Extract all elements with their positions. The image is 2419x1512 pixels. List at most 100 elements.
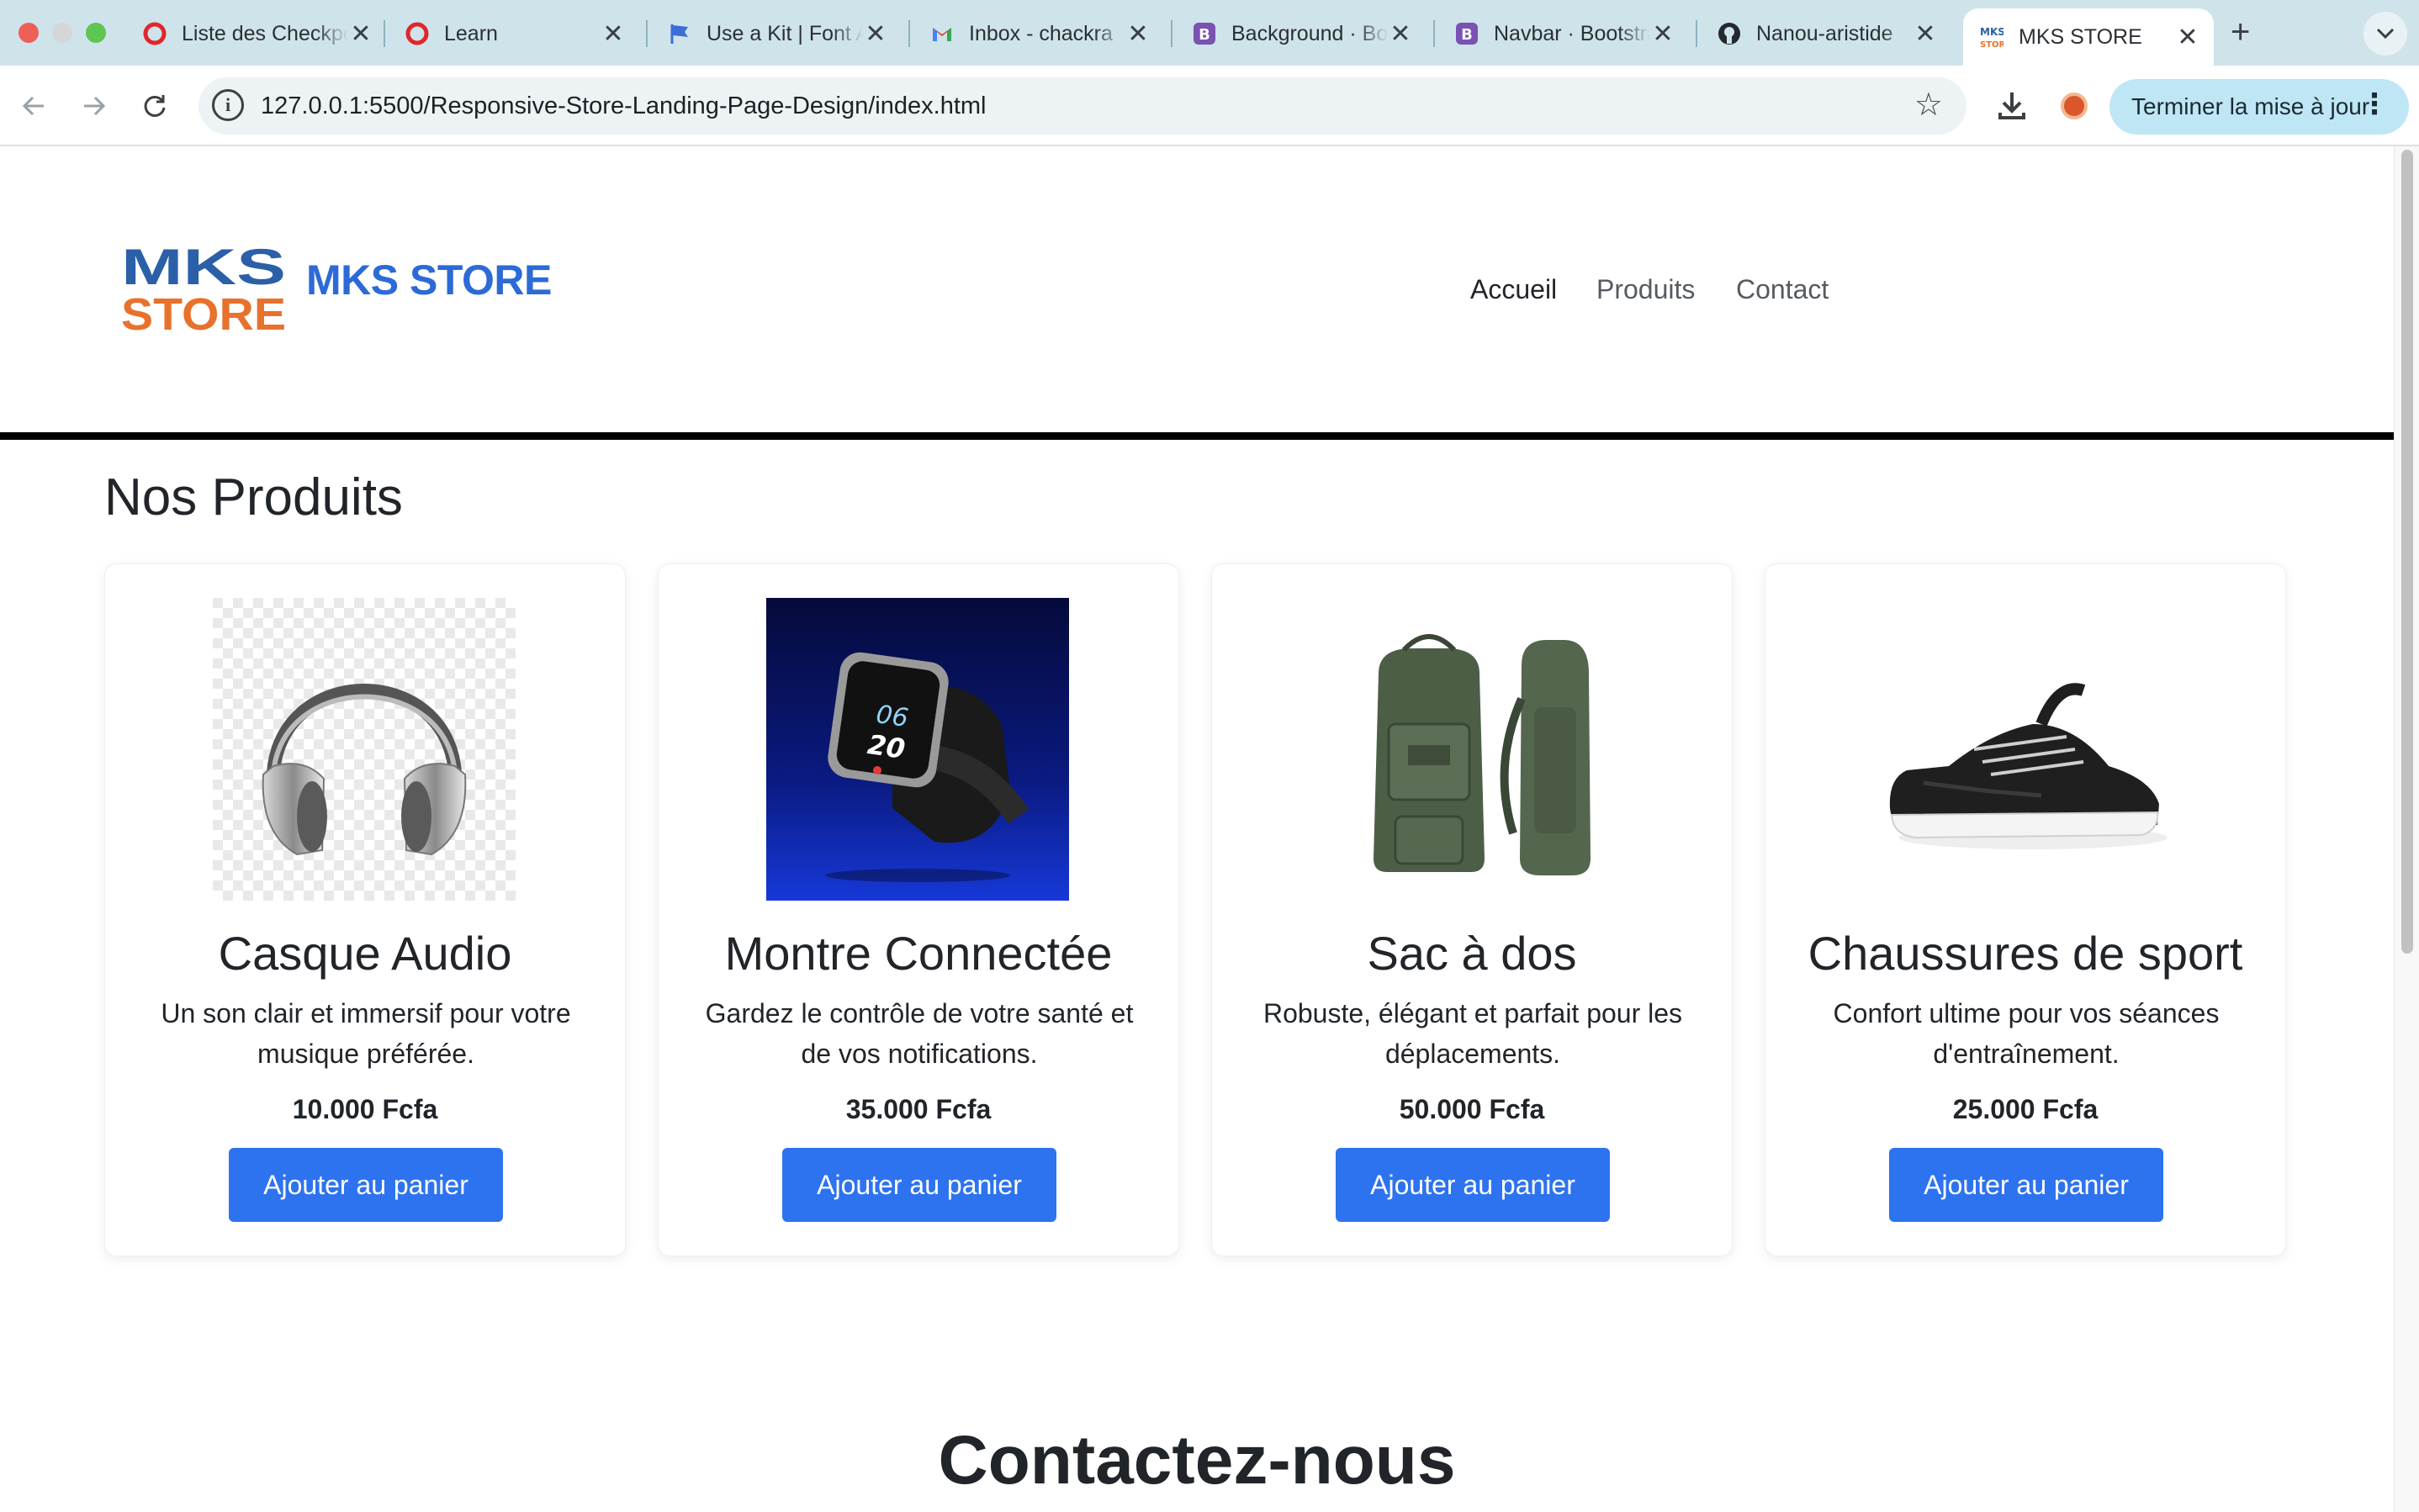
tab-search-button[interactable] <box>2363 12 2407 56</box>
product-description: Robuste, élégant et parfait pour les dép… <box>1262 998 1683 1069</box>
window-minimize-button[interactable] <box>52 23 72 43</box>
close-icon[interactable]: ✕ <box>863 19 888 49</box>
bootstrap-icon: B <box>1193 22 1216 45</box>
chevron-down-icon <box>2376 28 2395 40</box>
add-to-cart-button[interactable]: Ajouter au panier <box>1889 1148 2163 1222</box>
brand-name[interactable]: MKS STORE <box>306 256 552 304</box>
site-info-icon[interactable]: i <box>212 89 244 121</box>
product-name: Montre Connectée <box>724 927 1113 980</box>
product-price: 10.000 Fcfa <box>292 1094 438 1124</box>
close-icon[interactable]: ✕ <box>348 19 373 49</box>
product-name: Casque Audio <box>218 927 512 980</box>
product-price: 50.000 Fcfa <box>1399 1094 1545 1124</box>
svg-text:STORE: STORE <box>1980 40 2003 50</box>
watch-hour: 06 <box>874 700 910 733</box>
github-icon <box>1718 22 1741 45</box>
product-card: 06 20 Montre Connectée Gardez le contrôl… <box>658 563 1179 1256</box>
browser-tab[interactable]: B Background · Bootstrap ✕ <box>1176 8 1427 59</box>
window-maximize-button[interactable] <box>86 23 106 43</box>
mks-favicon-icon: MKS STORE <box>1980 25 2003 50</box>
update-button-label: Terminer la mise à jour <box>2131 93 2370 119</box>
tab-title: MKS STORE <box>2019 24 2142 49</box>
page-viewport: MKS STORE MKS STORE Accueil Produits Con… <box>0 146 2419 1512</box>
close-icon[interactable]: ✕ <box>1650 19 1675 49</box>
page-scrollbar[interactable] <box>2394 146 2419 1512</box>
more-menu-icon[interactable]: ⋮ <box>2360 87 2389 121</box>
opera-icon <box>143 22 167 45</box>
tab-title: Navbar · Bootstrap <box>1494 21 1650 45</box>
bootstrap-icon: B <box>1455 22 1479 45</box>
add-to-cart-button[interactable]: Ajouter au panier <box>229 1148 503 1222</box>
product-description: Un son clair et immersif pour votre musi… <box>161 998 571 1069</box>
reload-icon <box>144 95 166 117</box>
sneaker-image <box>1873 598 2176 901</box>
headphones-image <box>213 598 516 901</box>
product-price: 35.000 Fcfa <box>845 1094 992 1124</box>
browser-tab[interactable]: Nanou-aristide ✕ <box>1701 8 1951 59</box>
back-button[interactable] <box>10 82 57 130</box>
watch-minute: 20 <box>865 728 907 765</box>
product-name: Sac à dos <box>1367 927 1577 980</box>
browser-tab-bar: Liste des Checkpoints ✕ Learn ✕ Use a Ki… <box>0 0 2419 66</box>
logo-line2: STORE <box>121 289 286 335</box>
tab-title: Use a Kit | Font Awesome <box>707 21 863 45</box>
close-icon[interactable]: ✕ <box>601 19 626 49</box>
close-icon[interactable]: ✕ <box>1913 19 1938 49</box>
svg-text:B: B <box>1199 26 1210 44</box>
tab-title: Learn <box>444 21 498 45</box>
site-header: MKS STORE MKS STORE Accueil Produits Con… <box>0 146 2394 437</box>
nav-link-produits[interactable]: Produits <box>1596 274 1695 305</box>
update-button[interactable]: Terminer la mise à jour ⋮ <box>2109 79 2409 135</box>
arrow-left-icon <box>22 96 44 116</box>
backpack-image <box>1320 598 1622 901</box>
tab-title: Inbox - chackra <box>969 21 1113 45</box>
browser-tab[interactable]: Inbox - chackra ✕ <box>913 8 1164 59</box>
tab-title: Background · Bootstrap <box>1231 21 1388 45</box>
svg-text:MKS: MKS <box>1980 26 2003 38</box>
tab-divider <box>908 20 910 47</box>
nav-link-accueil[interactable]: Accueil <box>1470 274 1557 305</box>
tab-divider <box>646 20 648 47</box>
add-to-cart-button[interactable]: Ajouter au panier <box>782 1148 1056 1222</box>
opera-icon <box>405 22 429 45</box>
products-section-title: Nos Produits <box>104 468 403 526</box>
product-name: Chaussures de sport <box>1808 927 2243 980</box>
address-bar[interactable]: i 127.0.0.1:5500/Responsive-Store-Landin… <box>198 77 1966 135</box>
product-description: Gardez le contrôle de votre santé et de … <box>705 998 1134 1069</box>
browser-tab-active[interactable]: MKS STORE MKS STORE ✕ <box>1963 8 2214 66</box>
window-close-button[interactable] <box>19 23 39 43</box>
mks-logo[interactable]: MKS STORE <box>121 242 289 335</box>
browser-toolbar: i 127.0.0.1:5500/Responsive-Store-Landin… <box>0 66 2419 146</box>
tab-divider <box>1171 20 1172 47</box>
product-card: Casque Audio Un son clair et immersif po… <box>104 563 626 1256</box>
url-text[interactable]: 127.0.0.1:5500/Responsive-Store-Landing-… <box>261 93 986 120</box>
product-price: 25.000 Fcfa <box>1952 1094 2099 1124</box>
download-icon[interactable] <box>1992 86 2032 126</box>
browser-tab[interactable]: B Navbar · Bootstrap ✕ <box>1438 8 1689 59</box>
reload-button[interactable] <box>131 82 178 130</box>
forward-button[interactable] <box>71 82 118 130</box>
logo-line1: MKS <box>121 242 286 295</box>
add-to-cart-button[interactable]: Ajouter au panier <box>1336 1148 1610 1222</box>
extension-icon[interactable] <box>2061 93 2088 119</box>
close-icon[interactable]: ✕ <box>1388 19 1413 49</box>
browser-tab[interactable]: Liste des Checkpoints ✕ <box>126 8 387 59</box>
flag-icon <box>668 22 691 45</box>
contact-section-title: Contactez-nous <box>938 1422 1456 1499</box>
scrollbar-thumb[interactable] <box>2401 150 2413 954</box>
bookmark-star-icon[interactable]: ☆ <box>1914 86 1943 124</box>
nav-link-contact[interactable]: Contact <box>1736 274 1829 305</box>
gmail-icon <box>930 22 954 45</box>
browser-tab[interactable]: Learn ✕ <box>389 8 639 59</box>
close-icon[interactable]: ✕ <box>2175 23 2200 52</box>
tab-divider <box>1433 20 1435 47</box>
close-icon[interactable]: ✕ <box>1125 19 1151 49</box>
product-card: Sac à dos Robuste, élégant et parfait po… <box>1211 563 1733 1256</box>
header-divider <box>0 432 2394 440</box>
new-tab-button[interactable]: + <box>2231 13 2250 51</box>
svg-text:B: B <box>1461 26 1473 44</box>
product-card: Chaussures de sport Confort ultime pour … <box>1765 563 2286 1256</box>
browser-tab[interactable]: Use a Kit | Font Awesome ✕ <box>651 8 902 59</box>
tab-divider <box>1696 20 1697 47</box>
tab-title: Liste des Checkpoints <box>182 21 348 45</box>
